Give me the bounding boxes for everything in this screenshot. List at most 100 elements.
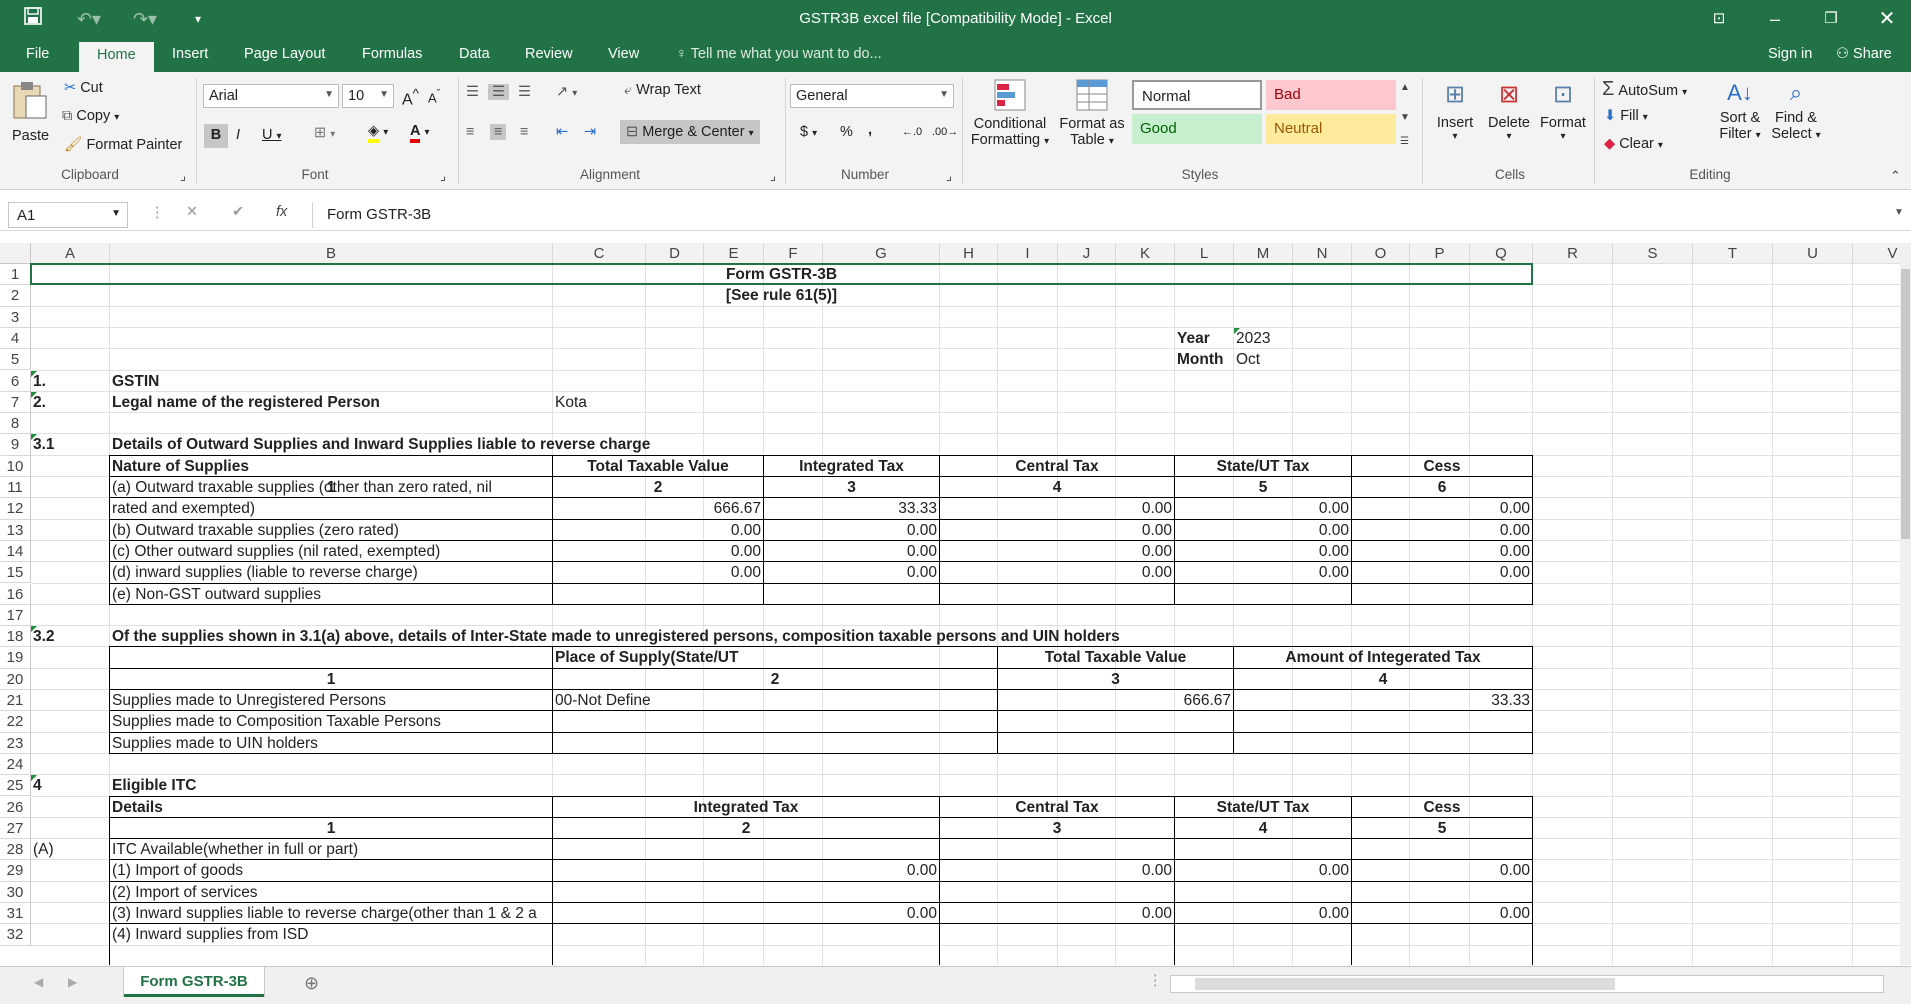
row-header-23[interactable]: 23 bbox=[0, 732, 31, 754]
close-icon[interactable]: ✕ bbox=[1874, 6, 1900, 32]
row-header-10[interactable]: 10 bbox=[0, 455, 31, 477]
row-header-7[interactable]: 7 bbox=[0, 391, 31, 414]
row-header-8[interactable]: 8 bbox=[0, 413, 31, 435]
font-size-select[interactable]: 10 ▼ bbox=[342, 84, 394, 108]
row-header-5[interactable]: 5 bbox=[0, 349, 31, 371]
grow-font-icon[interactable]: A^ bbox=[402, 86, 419, 109]
row-header-20[interactable]: 20 bbox=[0, 668, 31, 690]
decrease-decimal-icon[interactable]: .00→ bbox=[932, 126, 958, 138]
font-launcher-icon[interactable]: ⌟ bbox=[440, 168, 446, 184]
decrease-indent-icon[interactable]: ⇤ bbox=[556, 124, 568, 140]
row-header-21[interactable]: 21 bbox=[0, 690, 31, 712]
format-cells-button[interactable]: ⊡ Format ▾ bbox=[1536, 80, 1590, 162]
number-launcher-icon[interactable]: ⌟ bbox=[946, 168, 952, 184]
tab-view[interactable]: View bbox=[608, 46, 639, 62]
row-header-26[interactable]: 26 bbox=[0, 796, 31, 818]
autosum-button[interactable]: Σ AutoSum ▾ bbox=[1602, 78, 1687, 101]
expand-formula-icon[interactable]: ▼ bbox=[1894, 207, 1904, 218]
row-header-13[interactable]: 13 bbox=[0, 519, 31, 541]
styles-scroll-down-icon[interactable]: ▼ bbox=[1400, 112, 1410, 123]
insert-function-icon[interactable]: fx bbox=[276, 204, 287, 220]
align-right-icon[interactable]: ≡ bbox=[520, 124, 528, 140]
find-select-button[interactable]: ⌕ Find & Select ▾ bbox=[1768, 80, 1824, 162]
underline-icon[interactable]: U ▾ bbox=[262, 127, 282, 143]
column-header-s[interactable]: S bbox=[1613, 243, 1693, 264]
column-header-h[interactable]: H bbox=[940, 243, 998, 264]
column-header-q[interactable]: Q bbox=[1470, 243, 1533, 264]
row-header-22[interactable]: 22 bbox=[0, 711, 31, 733]
name-box[interactable]: A1 ▼ bbox=[8, 202, 128, 228]
scroll-thumb[interactable] bbox=[1901, 269, 1910, 539]
font-color-icon[interactable]: A ▾ bbox=[410, 123, 430, 143]
column-header-c[interactable]: C bbox=[553, 243, 646, 264]
tab-formulas[interactable]: Formulas bbox=[362, 46, 422, 62]
column-header-p[interactable]: P bbox=[1410, 243, 1470, 264]
bottom-align-icon[interactable]: ☰ bbox=[518, 84, 531, 100]
column-header-u[interactable]: U bbox=[1773, 243, 1853, 264]
style-neutral[interactable]: Neutral bbox=[1266, 114, 1396, 144]
row-header-32[interactable]: 32 bbox=[0, 924, 31, 946]
number-format-select[interactable]: General ▼ bbox=[790, 84, 954, 108]
italic-icon[interactable]: I bbox=[236, 127, 240, 143]
row-header-19[interactable]: 19 bbox=[0, 647, 31, 669]
style-normal[interactable]: Normal bbox=[1132, 80, 1262, 110]
row-header-14[interactable]: 14 bbox=[0, 540, 31, 563]
format-as-table-button[interactable]: Format as Table ▾ bbox=[1056, 78, 1128, 160]
add-sheet-icon[interactable]: ⊕ bbox=[304, 973, 319, 994]
worksheet-grid[interactable]: ABCDEFGHIJKLMNOPQRSTUV 1 2 3 4 5 6 7 8 9 10 11 12 13… bbox=[0, 243, 1900, 965]
styles-scroll-up-icon[interactable]: ▲ bbox=[1400, 82, 1410, 93]
cut-button[interactable]: ✂ Cut bbox=[64, 80, 103, 96]
column-header-k[interactable]: K bbox=[1116, 243, 1175, 264]
row-header-1[interactable]: 1 bbox=[0, 264, 31, 286]
column-header-m[interactable]: M bbox=[1234, 243, 1293, 264]
column-header-v[interactable]: V bbox=[1853, 243, 1900, 264]
bold-icon[interactable]: B bbox=[204, 124, 228, 148]
row-header-16[interactable]: 16 bbox=[0, 583, 31, 605]
style-bad[interactable]: Bad bbox=[1266, 80, 1396, 110]
column-header-f[interactable]: F bbox=[764, 243, 823, 264]
vertical-scrollbar[interactable] bbox=[1900, 243, 1911, 965]
delete-cells-button[interactable]: ⊠ Delete ▾ bbox=[1482, 80, 1536, 162]
currency-icon[interactable]: $ ▾ bbox=[800, 124, 817, 140]
paste-button[interactable]: Paste bbox=[10, 80, 52, 160]
row-header-17[interactable]: 17 bbox=[0, 604, 31, 627]
row-header-15[interactable]: 15 bbox=[0, 562, 31, 584]
tab-review[interactable]: Review bbox=[525, 46, 573, 62]
column-header-r[interactable]: R bbox=[1533, 243, 1613, 264]
comma-icon[interactable]: , bbox=[868, 122, 872, 138]
tab-file[interactable]: File bbox=[26, 46, 49, 62]
column-header-g[interactable]: G bbox=[823, 243, 940, 264]
tab-home[interactable]: Home bbox=[79, 42, 154, 72]
horizontal-scrollbar[interactable] bbox=[1170, 975, 1884, 993]
row-header-18[interactable]: 18 bbox=[0, 626, 31, 648]
column-header-t[interactable]: T bbox=[1693, 243, 1773, 264]
clipboard-launcher-icon[interactable]: ⌟ bbox=[180, 168, 186, 184]
align-left-icon[interactable]: ≡ bbox=[466, 124, 474, 140]
sort-filter-button[interactable]: A↓ Sort & Filter ▾ bbox=[1714, 80, 1766, 162]
cancel-icon[interactable]: ✕ bbox=[186, 204, 198, 220]
row-header-30[interactable]: 30 bbox=[0, 881, 31, 903]
row-header-4[interactable]: 4 bbox=[0, 327, 31, 350]
increase-indent-icon[interactable]: ⇥ bbox=[584, 124, 596, 140]
orientation-icon[interactable]: ↗ ▾ bbox=[556, 84, 577, 100]
formula-input[interactable]: Form GSTR-3B bbox=[312, 202, 1902, 228]
restore-icon[interactable]: ❐ bbox=[1818, 6, 1844, 32]
row-header-2[interactable]: 2 bbox=[0, 285, 31, 307]
column-header-n[interactable]: N bbox=[1293, 243, 1352, 264]
column-header-b[interactable]: B bbox=[110, 243, 553, 264]
percent-icon[interactable]: % bbox=[840, 124, 853, 140]
sheet-tab-form-gstr-3b[interactable]: Form GSTR-3B bbox=[124, 967, 264, 997]
styles-more-icon[interactable]: ☰ bbox=[1400, 136, 1409, 147]
minimize-icon[interactable]: – bbox=[1762, 6, 1788, 32]
row-header-11[interactable]: 11 bbox=[0, 477, 31, 499]
enter-icon[interactable]: ✔ bbox=[232, 204, 244, 220]
style-good[interactable]: Good bbox=[1132, 114, 1262, 144]
row-header-27[interactable]: 27 bbox=[0, 817, 31, 840]
clear-button[interactable]: ◆ Clear ▾ bbox=[1604, 136, 1663, 152]
row-header-29[interactable]: 29 bbox=[0, 860, 31, 882]
insert-cells-button[interactable]: ⊞ Insert ▾ bbox=[1428, 80, 1482, 162]
collapse-ribbon-icon[interactable]: ⌃ bbox=[1890, 168, 1901, 184]
row-header-28[interactable]: 28 bbox=[0, 839, 31, 861]
row-header-12[interactable]: 12 bbox=[0, 498, 31, 520]
horizontal-scroll-thumb[interactable] bbox=[1195, 978, 1615, 990]
